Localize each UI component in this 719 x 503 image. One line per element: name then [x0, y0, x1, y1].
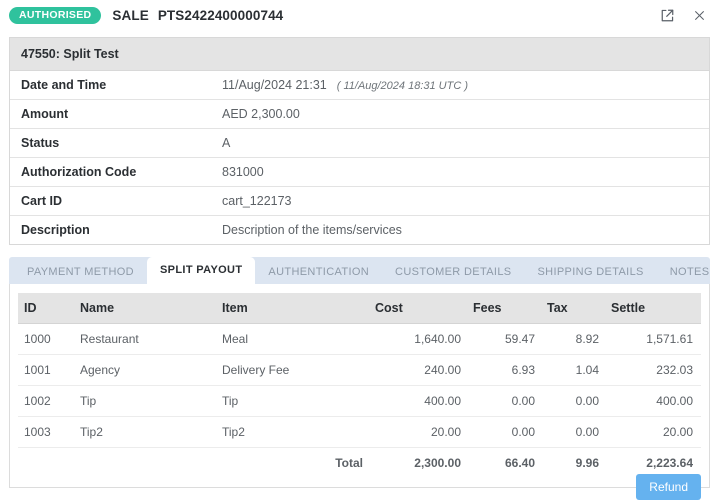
- table-header: ID Name Item Cost Fees Tax Settle: [18, 293, 701, 324]
- detail-value-text: AED 2,300.00: [222, 107, 300, 121]
- tab-authentication[interactable]: AUTHENTICATION: [255, 261, 382, 284]
- detail-row-amount: Amount AED 2,300.00: [10, 100, 709, 129]
- table-body: 1000 Restaurant Meal 1,640.00 59.47 8.92…: [18, 323, 701, 478]
- cell-id: 1001: [18, 354, 74, 386]
- table-row[interactable]: 1000 Restaurant Meal 1,640.00 59.47 8.92…: [18, 323, 701, 355]
- detail-row-status: Status A: [10, 129, 709, 158]
- cell-fees: 0.00: [467, 416, 541, 448]
- cell-fees: 0.00: [467, 385, 541, 417]
- table-row[interactable]: 1002 Tip Tip 400.00 0.00 0.00 400.00: [18, 385, 701, 417]
- cell-item: Delivery Fee: [216, 354, 369, 386]
- column-header-cost: Cost: [369, 293, 467, 324]
- detail-label: Date and Time: [21, 78, 107, 92]
- detail-value-utc: ( 11/Aug/2024 18:31 UTC ): [336, 80, 468, 92]
- cell-tax: 1.04: [541, 354, 605, 386]
- cell-settle: 232.03: [605, 354, 701, 386]
- detail-value: 11/Aug/2024 21:31 ( 11/Aug/2024 18:31 UT…: [222, 71, 478, 99]
- cell-name: Tip2: [74, 416, 216, 448]
- cell-cost: 240.00: [369, 354, 467, 386]
- cell-cost: 1,640.00: [369, 323, 467, 355]
- tab-notes[interactable]: NOTES: [657, 261, 719, 284]
- table-row[interactable]: 1001 Agency Delivery Fee 240.00 6.93 1.0…: [18, 354, 701, 386]
- status-badge: AUTHORISED: [9, 7, 102, 24]
- close-icon[interactable]: [691, 8, 707, 24]
- detail-value: Description of the items/services: [222, 216, 412, 244]
- detail-label: Description: [21, 223, 90, 237]
- column-header-settle: Settle: [605, 293, 701, 324]
- cell-item: Tip: [216, 385, 369, 417]
- cell-item: Tip2: [216, 416, 369, 448]
- transaction-id: PTS2422400000744: [157, 8, 284, 23]
- footer-actions: Refund: [0, 467, 719, 503]
- tab-customer-details[interactable]: CUSTOMER DETAILS: [382, 261, 524, 284]
- cell-tax: 0.00: [541, 416, 605, 448]
- transaction-type: SALE: [112, 8, 149, 23]
- column-header-item: Item: [216, 293, 369, 324]
- cell-id: 1003: [18, 416, 74, 448]
- detail-value-text: 831000: [222, 165, 264, 179]
- refund-button[interactable]: Refund: [636, 474, 701, 500]
- header-actions: [659, 8, 710, 24]
- detail-label: Status: [21, 136, 60, 150]
- cell-id: 1000: [18, 323, 74, 355]
- transaction-details-panel: 47550: Split Test Date and Time 11/Aug/2…: [9, 37, 710, 245]
- detail-value: 831000: [222, 158, 274, 186]
- detail-label: Amount: [21, 107, 69, 121]
- cell-tax: 0.00: [541, 385, 605, 417]
- cell-cost: 20.00: [369, 416, 467, 448]
- transaction-header: AUTHORISED SALE PTS2422400000744: [0, 0, 719, 31]
- cell-name: Agency: [74, 354, 216, 386]
- cell-id: 1002: [18, 385, 74, 417]
- table-header-row: ID Name Item Cost Fees Tax Settle: [18, 293, 701, 324]
- share-icon[interactable]: [659, 8, 675, 24]
- detail-value: AED 2,300.00: [222, 100, 310, 128]
- cell-settle: 1,571.61: [605, 323, 701, 355]
- cell-settle: 400.00: [605, 385, 701, 417]
- cell-name: Restaurant: [74, 323, 216, 355]
- tab-shipping-details[interactable]: SHIPPING DETAILS: [524, 261, 656, 284]
- details-panel-title: 47550: Split Test: [10, 38, 709, 71]
- table-row[interactable]: 1003 Tip2 Tip2 20.00 0.00 0.00 20.00: [18, 416, 701, 448]
- tab-bar: PAYMENT METHOD SPLIT PAYOUT AUTHENTICATI…: [9, 257, 710, 284]
- cell-fees: 59.47: [467, 323, 541, 355]
- detail-row-authorization-code: Authorization Code 831000: [10, 158, 709, 187]
- split-payout-table: ID Name Item Cost Fees Tax Settle 1000 R…: [18, 293, 701, 478]
- cell-tax: 8.92: [541, 323, 605, 355]
- column-header-tax: Tax: [541, 293, 605, 324]
- detail-label: Authorization Code: [21, 165, 137, 179]
- detail-value-text: cart_122173: [222, 194, 292, 208]
- cell-settle: 20.00: [605, 416, 701, 448]
- detail-value: cart_122173: [222, 187, 302, 215]
- column-header-fees: Fees: [467, 293, 541, 324]
- column-header-name: Name: [74, 293, 216, 324]
- cell-cost: 400.00: [369, 385, 467, 417]
- detail-value: A: [222, 129, 240, 157]
- detail-value-text: 11/Aug/2024 21:31: [222, 78, 327, 92]
- cell-name: Tip: [74, 385, 216, 417]
- tab-payment-method[interactable]: PAYMENT METHOD: [14, 261, 147, 284]
- detail-row-cart-id: Cart ID cart_122173: [10, 187, 709, 216]
- detail-value-text: A: [222, 136, 231, 150]
- column-header-id: ID: [18, 293, 74, 324]
- split-payout-panel: ID Name Item Cost Fees Tax Settle 1000 R…: [9, 284, 710, 488]
- tab-split-payout[interactable]: SPLIT PAYOUT: [146, 257, 256, 284]
- cell-item: Meal: [216, 323, 369, 355]
- detail-row-description: Description Description of the items/ser…: [10, 216, 709, 245]
- detail-row-date-and-time: Date and Time 11/Aug/2024 21:31 ( 11/Aug…: [10, 71, 709, 100]
- detail-value-text: Description of the items/services: [222, 223, 402, 237]
- detail-label: Cart ID: [21, 194, 62, 208]
- cell-fees: 6.93: [467, 354, 541, 386]
